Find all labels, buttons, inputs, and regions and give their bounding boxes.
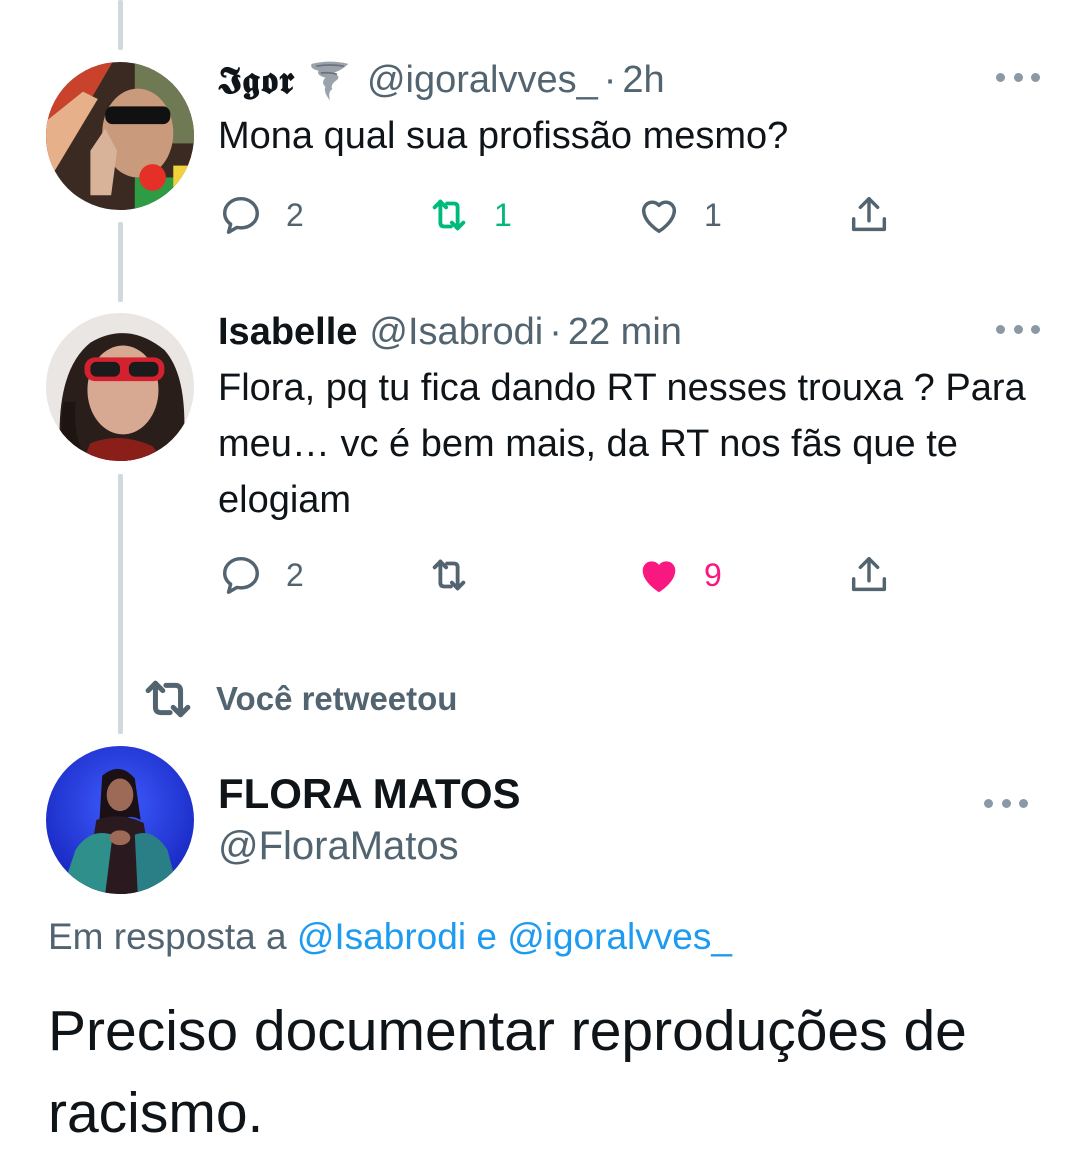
reply-count: 2	[286, 196, 304, 233]
retweet-button[interactable]	[426, 550, 494, 600]
tweet-text: Flora, pq tu fica dando RT nesses trouxa…	[218, 367, 1026, 521]
tweet-actions: 2 1 1	[218, 190, 908, 240]
timestamp[interactable]: 22 min	[568, 311, 682, 354]
retweet-count: 1	[494, 196, 512, 233]
separator: ·	[549, 310, 562, 353]
main-tweet-text: Preciso documentar reproduções de racism…	[48, 999, 967, 1145]
heart-icon	[641, 200, 677, 234]
share-icon	[851, 556, 887, 592]
timestamp[interactable]: 2h	[622, 59, 664, 102]
tweet-actions: 2 9	[218, 550, 908, 600]
thread-line-top	[118, 0, 123, 50]
retweeted-indicator: Você retweetou	[142, 676, 457, 722]
author-handle[interactable]: @FloraMatos	[218, 824, 459, 869]
retweet-icon	[432, 559, 466, 591]
share-button[interactable]	[846, 550, 892, 600]
reply-icon	[222, 196, 260, 234]
reply-button[interactable]: 2	[218, 190, 304, 240]
author-name[interactable]: Isabelle	[218, 311, 357, 354]
tweet-igor[interactable]: 𝕴𝖌𝖔𝖗 @igoralvves_ · 2h Mona qual sua pro…	[218, 56, 1040, 164]
like-count: 9	[704, 556, 722, 593]
like-button[interactable]: 9	[636, 550, 722, 600]
avatar-igor[interactable]	[46, 62, 194, 210]
heart-filled-icon	[642, 561, 676, 593]
like-button[interactable]: 1	[636, 190, 722, 240]
reply-button[interactable]: 2	[218, 550, 304, 600]
share-button[interactable]	[846, 190, 892, 240]
reply-count: 2	[286, 556, 304, 593]
tweet-header: Isabelle @Isabrodi · 22 min	[218, 308, 1040, 356]
like-count: 1	[704, 196, 722, 233]
reply-mention-igoralvves[interactable]: @igoralvves_	[507, 916, 732, 957]
author-handle[interactable]: @igoralvves_	[367, 59, 598, 102]
reply-context: Em resposta a @Isabrodi e @igoralvves_	[48, 916, 732, 958]
reply-joiner: e	[476, 916, 497, 957]
author-handle[interactable]: @Isabrodi	[369, 311, 543, 354]
reply-icon	[222, 556, 260, 594]
share-icon	[851, 196, 887, 232]
retweet-icon	[145, 680, 191, 718]
avatar-isabelle[interactable]	[46, 313, 194, 461]
retweet-button[interactable]: 1	[426, 190, 512, 240]
reply-mention-isabrodi[interactable]: @Isabrodi	[297, 916, 466, 957]
tornado-icon	[307, 57, 353, 103]
more-options-icon[interactable]	[984, 788, 1028, 818]
reply-prefix: Em resposta a	[48, 916, 287, 957]
author-name[interactable]: 𝕴𝖌𝖔𝖗	[218, 57, 295, 103]
separator: ·	[603, 58, 617, 101]
more-options-icon[interactable]	[996, 62, 1040, 92]
thread-line-2	[118, 474, 123, 734]
thread-line-1	[118, 222, 123, 302]
avatar-flora[interactable]	[46, 746, 194, 894]
tweet-text: Mona qual sua profissão mesmo?	[218, 115, 789, 157]
retweet-icon	[432, 199, 466, 231]
more-options-icon[interactable]	[996, 314, 1040, 344]
retweeted-label: Você retweetou	[216, 680, 458, 717]
author-name[interactable]: FLORA MATOS	[218, 770, 521, 818]
tweet-header: 𝕴𝖌𝖔𝖗 @igoralvves_ · 2h	[218, 56, 1040, 104]
tweet-isabelle[interactable]: Isabelle @Isabrodi · 22 min Flora, pq tu…	[218, 308, 1040, 528]
